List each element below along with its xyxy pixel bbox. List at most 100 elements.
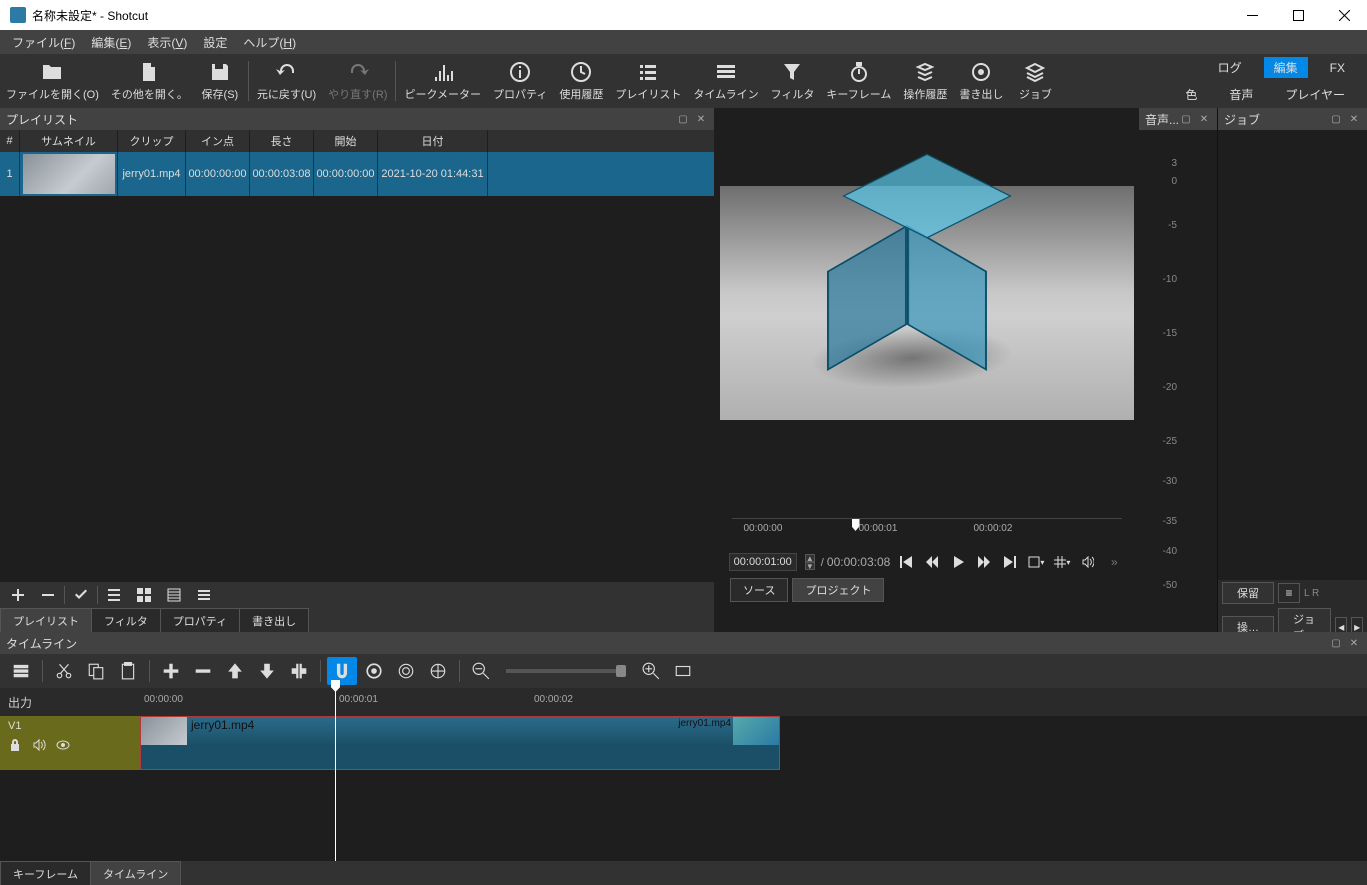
append-button[interactable] bbox=[156, 657, 186, 685]
zoom-fit-button[interactable] bbox=[668, 657, 698, 685]
zoom-slider[interactable] bbox=[506, 669, 626, 673]
timeline-clip[interactable]: jerry01.mp4 jerry01.mp4 bbox=[140, 716, 780, 746]
menu-設定[interactable]: 設定 bbox=[195, 31, 235, 54]
timeline-undock-icon[interactable]: ▢ bbox=[1329, 636, 1343, 650]
menu-ヘルプ[interactable]: ヘルプ(H) bbox=[235, 31, 304, 54]
overwrite-button[interactable] bbox=[252, 657, 282, 685]
scrub-button[interactable] bbox=[359, 657, 389, 685]
timeline-tab-キーフレーム[interactable]: キーフレーム bbox=[0, 861, 91, 885]
op-history-button[interactable]: 操作履歴 bbox=[897, 54, 953, 108]
playlist-tab-書き出し[interactable]: 書き出し bbox=[239, 608, 309, 632]
playlist-close-icon[interactable]: ✕ bbox=[694, 112, 708, 126]
save-button[interactable]: 保存(S) bbox=[194, 54, 246, 108]
playlist-update-button[interactable] bbox=[67, 584, 95, 606]
hide-icon[interactable] bbox=[56, 738, 70, 752]
timeline-clip-area[interactable]: jerry01.mp4 jerry01.mp4 bbox=[140, 716, 1367, 770]
playlist-tab-プレイリスト[interactable]: プレイリスト bbox=[0, 608, 92, 632]
playlist-tab-フィルタ[interactable]: フィルタ bbox=[91, 608, 161, 632]
paste-button[interactable] bbox=[113, 657, 143, 685]
hold-button[interactable]: 保留 bbox=[1222, 582, 1274, 604]
view-tab-ログ[interactable]: ログ bbox=[1208, 57, 1252, 78]
playlist-button[interactable]: プレイリスト bbox=[609, 54, 687, 108]
jobs-close-icon[interactable]: ✕ bbox=[1347, 112, 1361, 126]
maximize-button[interactable] bbox=[1275, 0, 1321, 30]
lock-icon[interactable] bbox=[8, 738, 22, 752]
grid-button[interactable]: ▾ bbox=[1052, 552, 1072, 572]
playlist-add-button[interactable] bbox=[4, 584, 32, 606]
history-button[interactable]: 使用履歴 bbox=[553, 54, 609, 108]
minimize-button[interactable] bbox=[1229, 0, 1275, 30]
timeline-playhead[interactable] bbox=[335, 688, 336, 861]
split-button[interactable] bbox=[284, 657, 314, 685]
timeline-clip-audio[interactable] bbox=[140, 746, 780, 770]
mute-icon[interactable] bbox=[32, 738, 46, 752]
timeline-menu-button[interactable] bbox=[6, 657, 36, 685]
fast-forward-button[interactable] bbox=[974, 552, 994, 572]
redo-button[interactable]: やり直す(R) bbox=[322, 54, 393, 108]
skip-prev-button[interactable] bbox=[896, 552, 916, 572]
open-file-button[interactable]: ファイルを開く(O) bbox=[0, 54, 105, 108]
playlist-menu-button[interactable] bbox=[190, 584, 218, 606]
playlist-col-6[interactable]: 日付 bbox=[378, 130, 488, 152]
preview-viewport[interactable] bbox=[720, 186, 1134, 420]
audio-undock-icon[interactable]: ▢ bbox=[1179, 112, 1193, 126]
timeline-close-icon[interactable]: ✕ bbox=[1347, 636, 1361, 650]
volume-button[interactable] bbox=[1078, 552, 1098, 572]
playlist-undock-icon[interactable]: ▢ bbox=[676, 112, 690, 126]
copy-button[interactable] bbox=[81, 657, 111, 685]
open-other-button[interactable]: その他を開く。 bbox=[105, 54, 194, 108]
view-tab-プレイヤー[interactable]: プレイヤー bbox=[1275, 84, 1355, 105]
view-tab-色[interactable]: 色 bbox=[1175, 84, 1207, 105]
remove-button[interactable] bbox=[188, 657, 218, 685]
more-button[interactable]: » bbox=[1104, 552, 1124, 572]
lift-button[interactable] bbox=[220, 657, 250, 685]
playlist-row[interactable]: 1jerry01.mp400:00:00:0000:00:03:0800:00:… bbox=[0, 152, 714, 196]
timeline-button[interactable]: タイムライン bbox=[687, 54, 764, 108]
keyframes-button[interactable]: キーフレーム bbox=[820, 54, 897, 108]
audio-close-icon[interactable]: ✕ bbox=[1197, 112, 1211, 126]
rewind-button[interactable] bbox=[922, 552, 942, 572]
export-button[interactable]: 書き出し bbox=[953, 54, 1009, 108]
view-tab-編集[interactable]: 編集 bbox=[1264, 57, 1308, 78]
jobs-button[interactable]: ジョブ bbox=[1009, 54, 1061, 108]
properties-button[interactable]: プロパティ bbox=[487, 54, 553, 108]
playlist-view-tiles-button[interactable] bbox=[130, 584, 158, 606]
timecode-up[interactable]: ▲ bbox=[805, 554, 815, 562]
playlist-tab-プロパティ[interactable]: プロパティ bbox=[160, 608, 240, 632]
close-button[interactable] bbox=[1321, 0, 1367, 30]
playlist-col-0[interactable]: # bbox=[0, 130, 20, 152]
menu-ファイル[interactable]: ファイル(F) bbox=[4, 31, 83, 54]
jobs-menu-button[interactable]: ≡ bbox=[1278, 583, 1300, 603]
view-tab-音声[interactable]: 音声 bbox=[1219, 84, 1263, 105]
peak-meter-button[interactable]: ピークメーター bbox=[398, 54, 487, 108]
timeline-ruler[interactable]: 00:00:0000:00:0100:00:02 bbox=[140, 688, 1367, 716]
source-tab-プロジェクト[interactable]: プロジェクト bbox=[792, 578, 884, 602]
playlist-view-icons-button[interactable] bbox=[160, 584, 188, 606]
playlist-col-4[interactable]: 長さ bbox=[250, 130, 314, 152]
zoom-in-button[interactable] bbox=[636, 657, 666, 685]
playlist-col-5[interactable]: 開始 bbox=[314, 130, 378, 152]
playlist-col-3[interactable]: イン点 bbox=[186, 130, 250, 152]
filters-button[interactable]: フィルタ bbox=[765, 54, 821, 108]
play-button[interactable] bbox=[948, 552, 968, 572]
preview-scrubber[interactable]: 00:00:0000:00:0100:00:02 bbox=[732, 518, 1122, 548]
cut-button[interactable] bbox=[49, 657, 79, 685]
menu-表示[interactable]: 表示(V) bbox=[139, 31, 195, 54]
zoom-fit-button[interactable]: ▾ bbox=[1026, 552, 1046, 572]
current-timecode[interactable]: 00:00:01:00 bbox=[729, 553, 797, 571]
skip-next-button[interactable] bbox=[1000, 552, 1020, 572]
zoom-out-button[interactable] bbox=[466, 657, 496, 685]
undo-button[interactable]: 元に戻す(U) bbox=[251, 54, 322, 108]
timeline-tab-タイムライン[interactable]: タイムライン bbox=[90, 861, 181, 885]
ripple-button[interactable] bbox=[391, 657, 421, 685]
track-header-v1[interactable]: V1 bbox=[0, 716, 140, 770]
ripple-all-button[interactable] bbox=[423, 657, 453, 685]
view-tab-FX[interactable]: FX bbox=[1320, 59, 1355, 77]
playlist-view-details-button[interactable] bbox=[100, 584, 128, 606]
playlist-col-2[interactable]: クリップ bbox=[118, 130, 186, 152]
playlist-remove-button[interactable] bbox=[34, 584, 62, 606]
menu-編集[interactable]: 編集(E) bbox=[83, 31, 139, 54]
playlist-col-1[interactable]: サムネイル bbox=[20, 130, 118, 152]
source-tab-ソース[interactable]: ソース bbox=[730, 578, 788, 602]
timecode-down[interactable]: ▼ bbox=[805, 562, 815, 570]
